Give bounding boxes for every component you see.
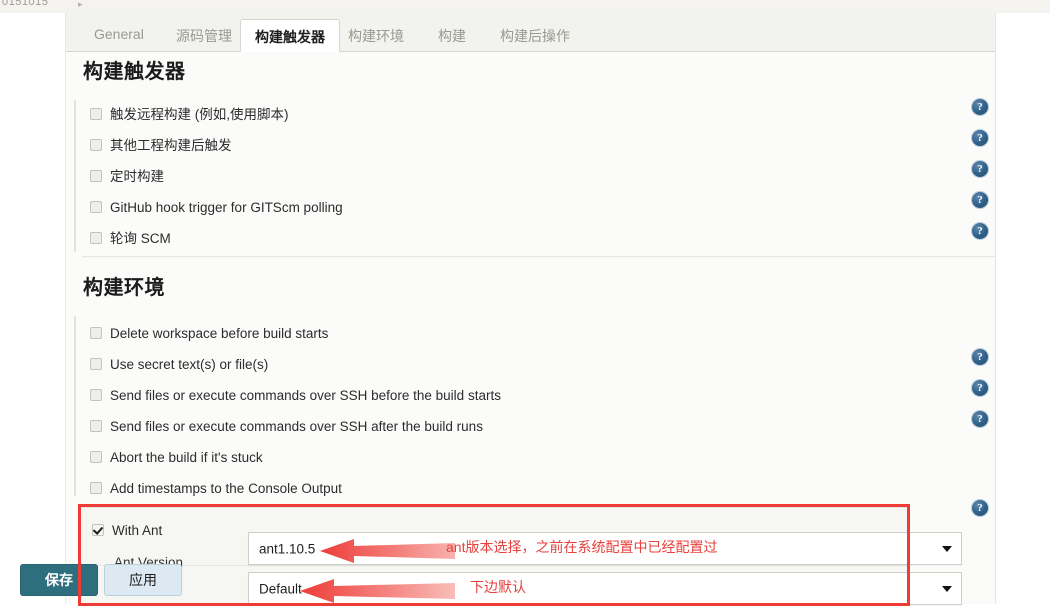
help-icon-secret-text[interactable] [972,349,988,365]
left-gutter [0,13,66,604]
annotation-text-default: 下边默认 [470,579,526,595]
checkbox-delete-workspace[interactable] [90,327,102,339]
help-icon-trigger-upstream[interactable] [972,130,988,146]
checkbox-trigger-remote[interactable] [90,108,102,120]
trigger-github-hook-label: GitHub hook trigger for GITScm polling [110,200,343,215]
trigger-remote-label: 触发远程构建 (例如,使用脚本) [110,107,289,122]
ant-default-select-value: Default [259,581,302,596]
with-ant-label: With Ant [112,523,163,538]
env-timestamps-label: Add timestamps to the Console Output [110,481,342,496]
section-title-build-environment: 构建环境 [83,277,165,299]
group-rule-environment [74,316,76,496]
tab-build[interactable]: 构建 [424,19,480,51]
chevron-down-icon [942,545,952,552]
help-icon-trigger-github-hook[interactable] [972,192,988,208]
annotation-text-ant-version: ant版本选择，之前在系统配置中已经配置过 [446,539,718,555]
help-icon-with-ant[interactable] [972,500,988,516]
checkbox-ssh-after[interactable] [90,420,102,432]
save-button[interactable]: 保存 [20,564,98,596]
help-icon-ssh-after[interactable] [972,411,988,427]
trigger-poll-scm-label: 轮询 SCM [110,231,171,246]
checkbox-ssh-before[interactable] [90,389,102,401]
section-title-build-triggers: 构建触发器 [83,61,186,83]
tab-build-env[interactable]: 构建环境 [334,19,418,51]
tab-build-triggers[interactable]: 构建触发器 [240,19,340,52]
checkbox-trigger-github-hook[interactable] [90,201,102,213]
env-abort-stuck-label: Abort the build if it's stuck [110,450,263,465]
ant-version-select-value: ant1.10.5 [259,541,316,556]
chevron-down-icon-2 [942,585,952,592]
browser-chrome-sliver: 0151015 ▸ [0,0,1050,14]
checkbox-trigger-timer[interactable] [90,170,102,182]
trigger-timer-label: 定时构建 [110,169,164,184]
env-secret-text-label: Use secret text(s) or file(s) [110,357,269,372]
ant-row-divider [81,565,907,566]
tab-general[interactable]: General [80,19,158,51]
env-delete-workspace-label: Delete workspace before build starts [110,326,329,341]
help-icon-trigger-timer[interactable] [972,161,988,177]
section-divider-1 [82,256,995,258]
config-tab-bar: General 源码管理 构建触发器 构建环境 构建 构建后操作 [66,13,995,52]
ant-default-select[interactable]: Default [248,572,962,605]
checkbox-trigger-poll-scm[interactable] [90,232,102,244]
browser-url-fragment: 0151015 [2,0,49,8]
group-rule-triggers [74,100,76,252]
tab-post-build[interactable]: 构建后操作 [486,19,584,51]
env-ssh-after-label: Send files or execute commands over SSH … [110,419,483,434]
help-icon-trigger-poll-scm[interactable] [972,223,988,239]
right-empty-area [995,13,1050,604]
checkbox-secret-text[interactable] [90,358,102,370]
checkbox-with-ant[interactable] [92,524,104,536]
chevron-right-icon: ▸ [78,0,83,9]
trigger-upstream-label: 其他工程构建后触发 [110,138,232,153]
jenkins-page: General 源码管理 构建触发器 构建环境 构建 构建后操作 构建触发器 触… [0,13,1050,606]
env-ssh-before-label: Send files or execute commands over SSH … [110,388,501,403]
help-icon-ssh-before[interactable] [972,380,988,396]
apply-button[interactable]: 应用 [104,564,182,596]
checkbox-timestamps[interactable] [90,482,102,494]
help-icon-trigger-remote[interactable] [972,99,988,115]
checkbox-trigger-upstream[interactable] [90,139,102,151]
checkbox-abort-stuck[interactable] [90,451,102,463]
tab-scm[interactable]: 源码管理 [162,19,246,51]
